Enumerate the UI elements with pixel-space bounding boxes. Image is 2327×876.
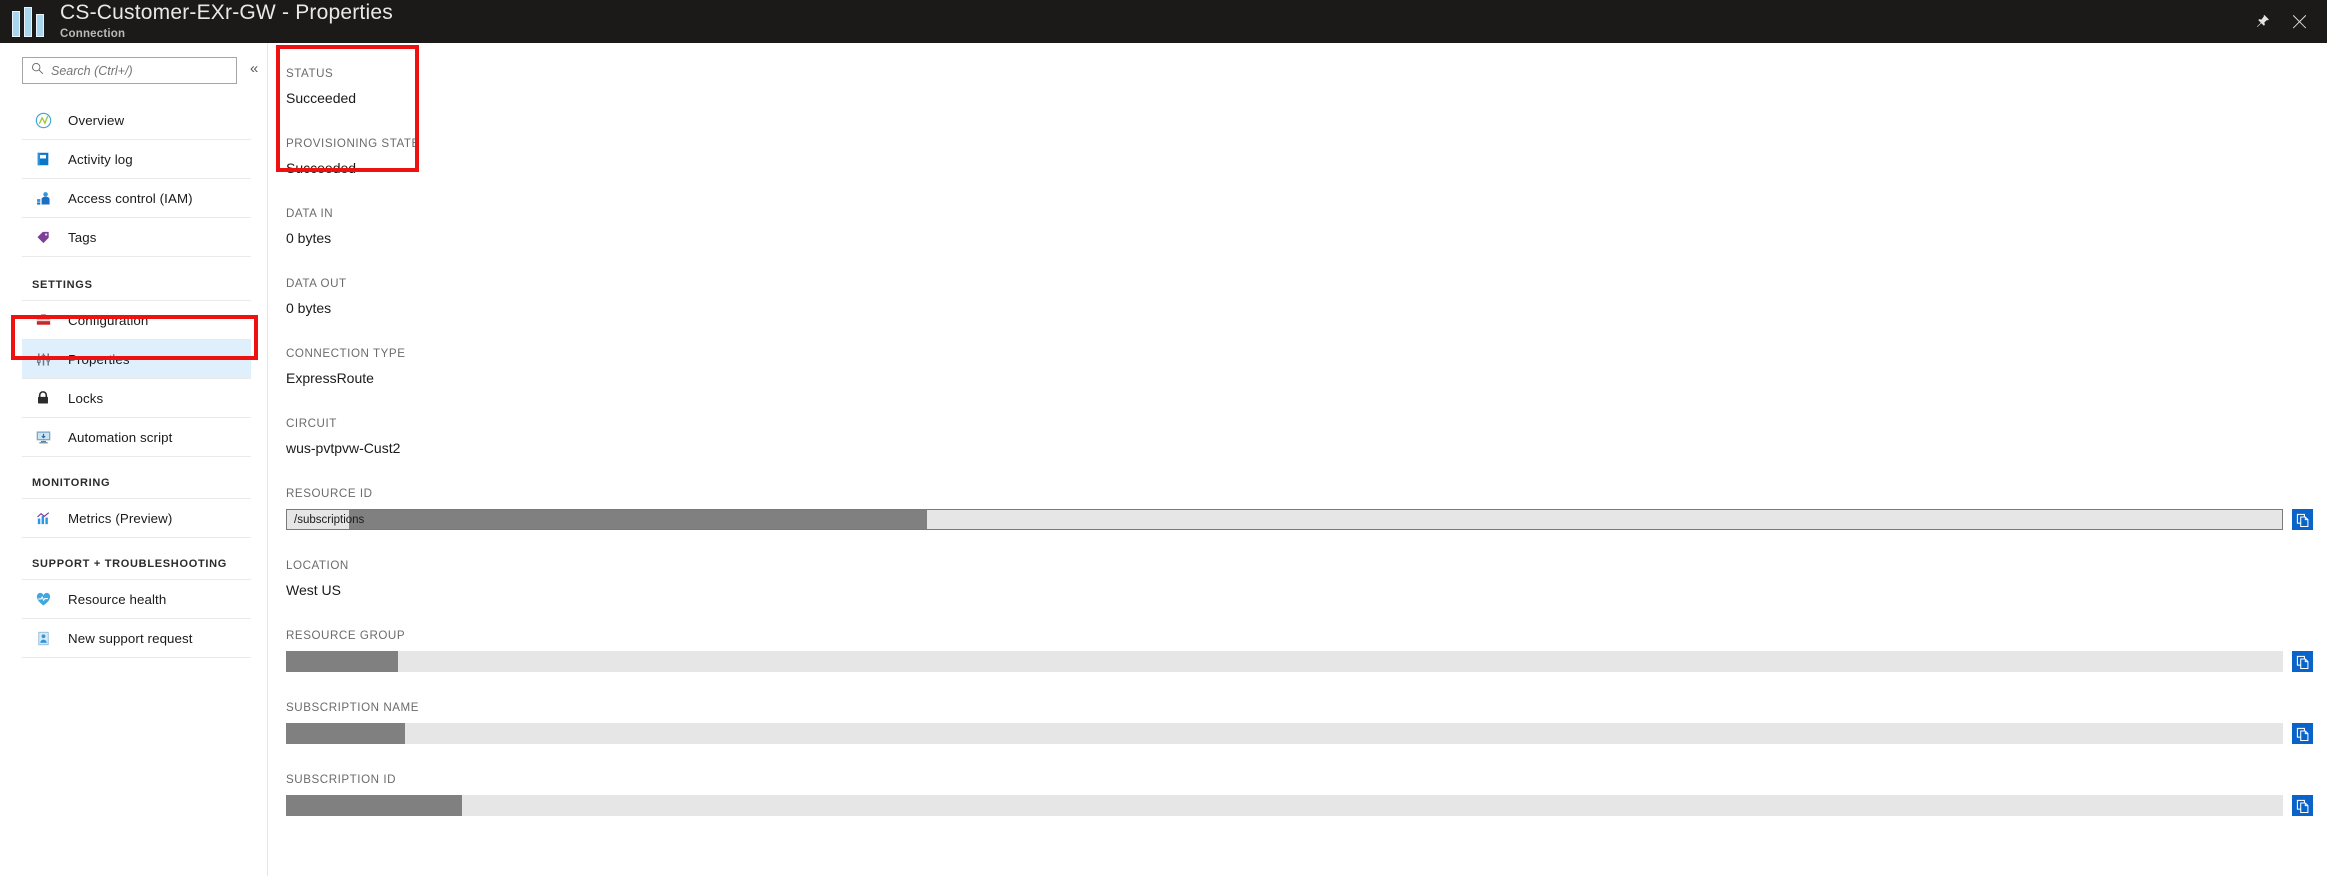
tag-icon [32,227,54,247]
access-control-icon [32,188,54,208]
field-subscription-name: SUBSCRIPTION NAME [268,689,2327,744]
field-value: 0 bytes [286,230,332,246]
resource-group-input[interactable] [286,651,2283,672]
lock-icon [32,388,54,408]
subscription-id-input[interactable] [286,795,2283,816]
sidebar-item-locks[interactable]: Locks [22,379,251,418]
sidebar-item-resource-health[interactable]: Resource health [22,580,251,619]
copy-resource-group-button[interactable] [2292,651,2313,672]
copy-to-clipboard-icon [2296,655,2310,669]
sidebar-item-label: Activity log [68,151,133,167]
sidebar-item-overview[interactable]: Overview [22,101,251,140]
sidebar-item-properties[interactable]: Properties [22,340,251,379]
field-label: SUBSCRIPTION NAME [286,701,420,714]
sidebar-item-new-support-request[interactable]: New support request [22,619,251,658]
copy-subscription-name-button[interactable] [2292,723,2313,744]
sidebar-item-label: Access control (IAM) [68,190,193,206]
pin-icon[interactable] [2255,14,2270,29]
field-value: ExpressRoute [286,370,374,386]
field-value: Succeeded [286,160,357,176]
sidebar-item-tags[interactable]: Tags [22,218,251,257]
sidebar-item-label: Overview [68,112,125,128]
metrics-icon [32,508,54,528]
sidebar-item-automation-script[interactable]: Automation script [22,418,251,457]
sidebar-item-label: Locks [68,390,104,406]
sidebar-item-label: Tags [68,229,97,245]
page-title: CS-Customer-EXr-GW - Properties [60,0,393,24]
resource-health-icon [32,589,54,609]
redaction-mask [349,510,927,529]
field-label: RESOURCE GROUP [286,629,406,642]
search-input[interactable] [51,63,228,78]
field-label: DATA OUT [286,277,347,290]
support-request-icon [32,628,54,648]
connection-sliders-icon [12,6,48,37]
redaction-mask [286,795,462,816]
copy-subscription-id-button[interactable] [2292,795,2313,816]
field-value: West US [286,582,341,598]
sidebar-item-configuration[interactable]: Configuration [22,301,251,340]
field-label: RESOURCE ID [286,487,373,500]
subscription-name-input[interactable] [286,723,2283,744]
field-value: wus-pvtpvw-Cust2 [286,440,401,456]
copy-to-clipboard-icon [2296,799,2310,813]
field-circuit: CIRCUIT wus-pvtpvw-Cust2 [268,405,2327,458]
properties-icon [32,349,54,369]
sidebar-item-activity-log[interactable]: Activity log [22,140,251,179]
configuration-icon [32,310,54,330]
redaction-mask [286,651,398,672]
sidebar-item-metrics[interactable]: Metrics (Preview) [22,499,251,538]
field-label: DATA IN [286,207,334,220]
field-provisioning-state: PROVISIONING STATE Succeeded [268,125,2327,178]
close-icon[interactable] [2292,14,2307,29]
properties-panel: STATUS Succeeded PROVISIONING STATE Succ… [268,43,2327,876]
sidebar-item-label: New support request [68,630,193,646]
field-value: /subscriptions [294,513,365,526]
collapse-sidebar-button[interactable]: « [250,61,258,76]
redaction-mask [286,723,405,744]
page-subtitle: Connection [60,27,126,40]
field-connection-type: CONNECTION TYPE ExpressRoute [268,335,2327,388]
field-data-in: DATA IN 0 bytes [268,195,2327,248]
field-label: STATUS [286,67,334,80]
sidebar-item-label: Resource health [68,591,167,607]
field-label: PROVISIONING STATE [286,137,420,150]
overview-icon [32,110,54,130]
copy-to-clipboard-icon [2296,727,2310,741]
copy-resource-id-button[interactable] [2292,509,2313,530]
sidebar-group-monitoring: MONITORING [22,457,251,499]
field-data-out: DATA OUT 0 bytes [268,265,2327,318]
sidebar-item-label: Metrics (Preview) [68,510,173,526]
search-icon [31,62,51,80]
properties-field-list: STATUS Succeeded PROVISIONING STATE Succ… [268,43,2327,816]
field-status: STATUS Succeeded [268,55,2327,108]
field-value: 0 bytes [286,300,332,316]
automation-script-icon [32,427,54,447]
title-bar: CS-Customer-EXr-GW - Properties Connecti… [0,0,2327,43]
copy-to-clipboard-icon [2296,513,2310,527]
resource-id-input[interactable]: /subscriptions [286,509,2283,530]
field-subscription-id: SUBSCRIPTION ID [268,761,2327,816]
field-value: Succeeded [286,90,357,106]
sidebar: « Overview [0,43,268,876]
sidebar-item-label: Automation script [68,429,173,445]
field-resource-id: RESOURCE ID /subscriptions [268,475,2327,530]
sidebar-item-access-control[interactable]: Access control (IAM) [22,179,251,218]
field-label: SUBSCRIPTION ID [286,773,397,786]
sidebar-nav: Overview Activity log Access control (IA… [0,101,267,658]
field-label: CONNECTION TYPE [286,347,406,360]
field-label: CIRCUIT [286,417,337,430]
search-box[interactable] [22,57,237,84]
field-resource-group: RESOURCE GROUP [268,617,2327,672]
field-location: LOCATION West US [268,547,2327,600]
sidebar-item-label: Properties [68,351,130,367]
sidebar-group-support: SUPPORT + TROUBLESHOOTING [22,538,251,580]
sidebar-group-settings: SETTINGS [22,257,251,301]
field-label: LOCATION [286,559,349,572]
activity-log-icon [32,149,54,169]
sidebar-item-label: Configuration [68,312,149,328]
